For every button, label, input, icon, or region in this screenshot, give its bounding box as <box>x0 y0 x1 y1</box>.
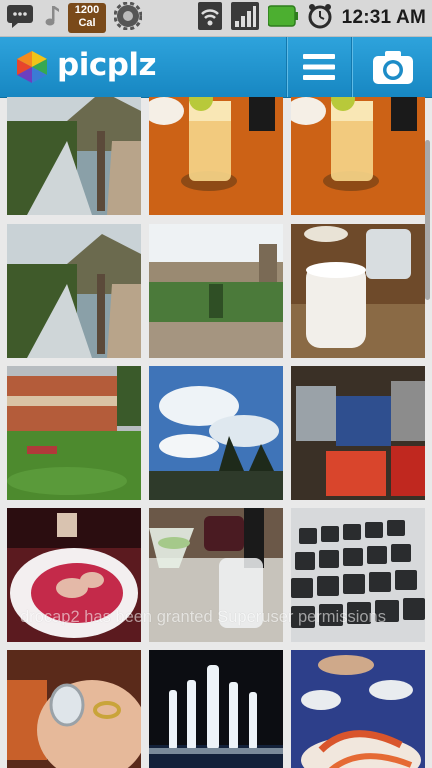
photo-thumbnail[interactable] <box>7 650 141 768</box>
signal-icon <box>230 2 259 34</box>
battery-icon <box>266 5 298 31</box>
app-title: picplz <box>57 47 157 83</box>
photo-thumbnail[interactable] <box>149 650 283 768</box>
photo-thumbnail[interactable] <box>291 650 425 768</box>
menu-button[interactable] <box>288 37 352 97</box>
picplz-logo-icon[interactable] <box>14 49 50 85</box>
scrollbar[interactable] <box>425 140 430 300</box>
photo-thumbnail[interactable] <box>291 97 425 215</box>
system-icons: 12:31 AM <box>197 2 426 34</box>
calendar-badge-text: 1200 Cal <box>74 4 100 29</box>
alarm-icon <box>307 2 333 34</box>
photo-thumbnail[interactable] <box>149 508 283 642</box>
photo-thumbnail[interactable] <box>291 366 425 500</box>
music-note-icon <box>42 3 60 33</box>
camera-button[interactable] <box>353 37 432 97</box>
menu-icon <box>302 51 336 87</box>
chat-icon <box>6 3 34 33</box>
photo-thumbnail[interactable] <box>149 224 283 358</box>
gear-icon <box>113 1 143 34</box>
photo-thumbnail[interactable] <box>7 224 141 358</box>
wifi-icon <box>197 2 222 34</box>
photo-thumbnail[interactable] <box>291 508 425 642</box>
photo-thumbnail[interactable] <box>291 224 425 358</box>
calendar-badge-icon: 1200 Cal <box>68 3 106 33</box>
photo-thumbnail[interactable] <box>7 508 141 642</box>
notification-icons: 1200 Cal <box>6 1 143 34</box>
photo-grid <box>0 97 432 768</box>
status-bar: 1200 Cal 12:31 AM <box>0 0 432 37</box>
camera-icon <box>372 49 414 89</box>
app-bar: picplz <box>0 37 432 98</box>
photo-thumbnail[interactable] <box>7 366 141 500</box>
photo-thumbnail[interactable] <box>149 366 283 500</box>
photo-thumbnail[interactable] <box>149 97 283 215</box>
photo-thumbnail[interactable] <box>7 97 141 215</box>
status-time: 12:31 AM <box>341 7 426 28</box>
